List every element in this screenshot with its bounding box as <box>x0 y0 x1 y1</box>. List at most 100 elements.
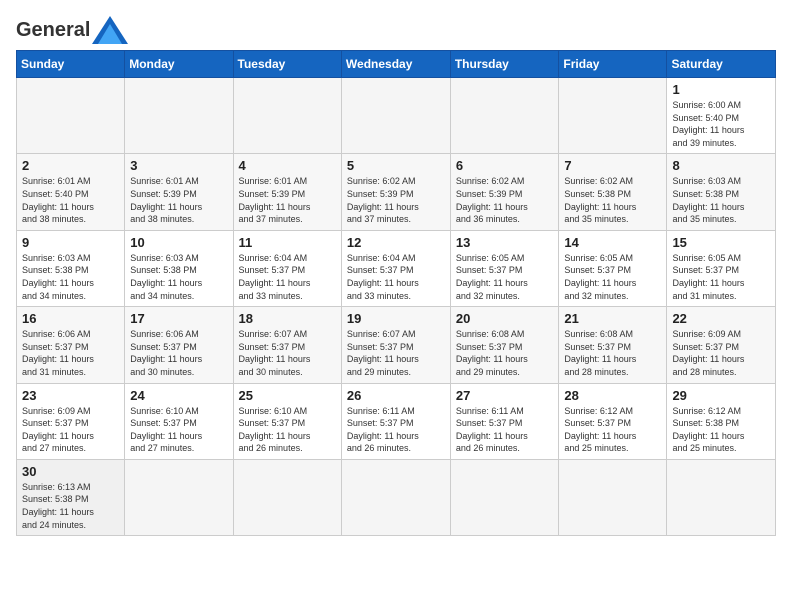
day-number: 25 <box>239 388 336 403</box>
day-header-monday: Monday <box>125 51 233 78</box>
calendar-cell: 4 Sunrise: 6:01 AM Sunset: 5:39 PM Daylig… <box>233 154 341 230</box>
page-header: General <box>16 16 776 40</box>
day-info: Sunrise: 6:01 AM Sunset: 5:39 PM Dayligh… <box>239 175 336 225</box>
day-number: 27 <box>456 388 554 403</box>
day-number: 6 <box>456 158 554 173</box>
calendar-week-row: 1Sunrise: 6:00 AM Sunset: 5:40 PM Daylig… <box>17 78 776 154</box>
day-number: 28 <box>564 388 661 403</box>
calendar-cell <box>559 78 667 154</box>
calendar-week-row: 2 Sunrise: 6:01 AM Sunset: 5:40 PM Daylig… <box>17 154 776 230</box>
calendar-cell <box>341 78 450 154</box>
calendar-cell <box>233 78 341 154</box>
day-info: Sunrise: 6:06 AM Sunset: 5:37 PM Dayligh… <box>130 328 227 378</box>
calendar-cell <box>559 459 667 535</box>
calendar-cell <box>125 459 233 535</box>
day-info: Sunrise: 6:08 AM Sunset: 5:37 PM Dayligh… <box>456 328 554 378</box>
calendar-cell <box>17 78 125 154</box>
day-number: 23 <box>22 388 119 403</box>
day-header-friday: Friday <box>559 51 667 78</box>
day-number: 4 <box>239 158 336 173</box>
calendar-cell: 5 Sunrise: 6:02 AM Sunset: 5:39 PM Daylig… <box>341 154 450 230</box>
day-info: Sunrise: 6:10 AM Sunset: 5:37 PM Dayligh… <box>239 405 336 455</box>
day-number: 11 <box>239 235 336 250</box>
calendar-cell <box>125 78 233 154</box>
day-info: Sunrise: 6:05 AM Sunset: 5:37 PM Dayligh… <box>456 252 554 302</box>
day-info: Sunrise: 6:05 AM Sunset: 5:37 PM Dayligh… <box>672 252 770 302</box>
calendar-cell: 26 Sunrise: 6:11 AM Sunset: 5:37 PM Dayli… <box>341 383 450 459</box>
day-number: 3 <box>130 158 227 173</box>
day-info: Sunrise: 6:10 AM Sunset: 5:37 PM Dayligh… <box>130 405 227 455</box>
calendar-cell: 8 Sunrise: 6:03 AM Sunset: 5:38 PM Daylig… <box>667 154 776 230</box>
calendar-cell <box>450 459 559 535</box>
calendar-cell: 21Sunrise: 6:08 AM Sunset: 5:37 PM Dayli… <box>559 307 667 383</box>
calendar-cell: 17 Sunrise: 6:06 AM Sunset: 5:37 PM Dayli… <box>125 307 233 383</box>
day-info: Sunrise: 6:02 AM Sunset: 5:39 PM Dayligh… <box>456 175 554 225</box>
calendar-table: SundayMondayTuesdayWednesdayThursdayFrid… <box>16 50 776 536</box>
day-info: Sunrise: 6:11 AM Sunset: 5:37 PM Dayligh… <box>456 405 554 455</box>
calendar-cell: 9 Sunrise: 6:03 AM Sunset: 5:38 PM Daylig… <box>17 230 125 306</box>
logo: General <box>16 16 128 40</box>
day-number: 14 <box>564 235 661 250</box>
day-header-saturday: Saturday <box>667 51 776 78</box>
day-number: 13 <box>456 235 554 250</box>
day-info: Sunrise: 6:02 AM Sunset: 5:38 PM Dayligh… <box>564 175 661 225</box>
day-number: 7 <box>564 158 661 173</box>
day-number: 26 <box>347 388 445 403</box>
calendar-cell: 2 Sunrise: 6:01 AM Sunset: 5:40 PM Daylig… <box>17 154 125 230</box>
calendar-cell: 1Sunrise: 6:00 AM Sunset: 5:40 PM Daylig… <box>667 78 776 154</box>
day-info: Sunrise: 6:07 AM Sunset: 5:37 PM Dayligh… <box>347 328 445 378</box>
day-info: Sunrise: 6:04 AM Sunset: 5:37 PM Dayligh… <box>347 252 445 302</box>
day-info: Sunrise: 6:04 AM Sunset: 5:37 PM Dayligh… <box>239 252 336 302</box>
calendar-cell: 27 Sunrise: 6:11 AM Sunset: 5:37 PM Dayli… <box>450 383 559 459</box>
day-header-thursday: Thursday <box>450 51 559 78</box>
day-number: 22 <box>672 311 770 326</box>
calendar-cell: 23 Sunrise: 6:09 AM Sunset: 5:37 PM Dayli… <box>17 383 125 459</box>
day-info: Sunrise: 6:03 AM Sunset: 5:38 PM Dayligh… <box>22 252 119 302</box>
day-number: 29 <box>672 388 770 403</box>
calendar-cell: 13 Sunrise: 6:05 AM Sunset: 5:37 PM Dayli… <box>450 230 559 306</box>
calendar-cell: 14Sunrise: 6:05 AM Sunset: 5:37 PM Dayli… <box>559 230 667 306</box>
day-number: 2 <box>22 158 119 173</box>
calendar-cell: 28 Sunrise: 6:12 AM Sunset: 5:37 PM Dayli… <box>559 383 667 459</box>
day-number: 21 <box>564 311 661 326</box>
day-info: Sunrise: 6:11 AM Sunset: 5:37 PM Dayligh… <box>347 405 445 455</box>
calendar-cell: 19 Sunrise: 6:07 AM Sunset: 5:37 PM Dayli… <box>341 307 450 383</box>
day-info: Sunrise: 6:01 AM Sunset: 5:39 PM Dayligh… <box>130 175 227 225</box>
day-number: 24 <box>130 388 227 403</box>
day-number: 17 <box>130 311 227 326</box>
calendar-cell: 15 Sunrise: 6:05 AM Sunset: 5:37 PM Dayli… <box>667 230 776 306</box>
calendar-cell: 16Sunrise: 6:06 AM Sunset: 5:37 PM Dayli… <box>17 307 125 383</box>
day-number: 19 <box>347 311 445 326</box>
calendar-cell: 29Sunrise: 6:12 AM Sunset: 5:38 PM Dayli… <box>667 383 776 459</box>
day-info: Sunrise: 6:12 AM Sunset: 5:37 PM Dayligh… <box>564 405 661 455</box>
day-info: Sunrise: 6:13 AM Sunset: 5:38 PM Dayligh… <box>22 481 119 531</box>
calendar-week-row: 16Sunrise: 6:06 AM Sunset: 5:37 PM Dayli… <box>17 307 776 383</box>
day-info: Sunrise: 6:09 AM Sunset: 5:37 PM Dayligh… <box>22 405 119 455</box>
day-header-wednesday: Wednesday <box>341 51 450 78</box>
calendar-week-row: 30Sunrise: 6:13 AM Sunset: 5:38 PM Dayli… <box>17 459 776 535</box>
day-number: 12 <box>347 235 445 250</box>
day-info: Sunrise: 6:01 AM Sunset: 5:40 PM Dayligh… <box>22 175 119 225</box>
calendar-cell: 3 Sunrise: 6:01 AM Sunset: 5:39 PM Daylig… <box>125 154 233 230</box>
day-number: 15 <box>672 235 770 250</box>
calendar-cell: 12 Sunrise: 6:04 AM Sunset: 5:37 PM Dayli… <box>341 230 450 306</box>
day-number: 20 <box>456 311 554 326</box>
day-info: Sunrise: 6:02 AM Sunset: 5:39 PM Dayligh… <box>347 175 445 225</box>
logo-general: General <box>16 20 90 40</box>
logo-icon <box>92 16 128 44</box>
day-info: Sunrise: 6:03 AM Sunset: 5:38 PM Dayligh… <box>672 175 770 225</box>
calendar-cell: 25 Sunrise: 6:10 AM Sunset: 5:37 PM Dayli… <box>233 383 341 459</box>
day-info: Sunrise: 6:07 AM Sunset: 5:37 PM Dayligh… <box>239 328 336 378</box>
calendar-cell <box>233 459 341 535</box>
calendar-header-row: SundayMondayTuesdayWednesdayThursdayFrid… <box>17 51 776 78</box>
day-info: Sunrise: 6:03 AM Sunset: 5:38 PM Dayligh… <box>130 252 227 302</box>
calendar-cell: 6 Sunrise: 6:02 AM Sunset: 5:39 PM Daylig… <box>450 154 559 230</box>
calendar-cell: 24 Sunrise: 6:10 AM Sunset: 5:37 PM Dayli… <box>125 383 233 459</box>
day-info: Sunrise: 6:09 AM Sunset: 5:37 PM Dayligh… <box>672 328 770 378</box>
day-number: 8 <box>672 158 770 173</box>
calendar-cell: 22 Sunrise: 6:09 AM Sunset: 5:37 PM Dayli… <box>667 307 776 383</box>
day-number: 9 <box>22 235 119 250</box>
calendar-week-row: 23 Sunrise: 6:09 AM Sunset: 5:37 PM Dayli… <box>17 383 776 459</box>
day-number: 5 <box>347 158 445 173</box>
calendar-cell: 7 Sunrise: 6:02 AM Sunset: 5:38 PM Daylig… <box>559 154 667 230</box>
